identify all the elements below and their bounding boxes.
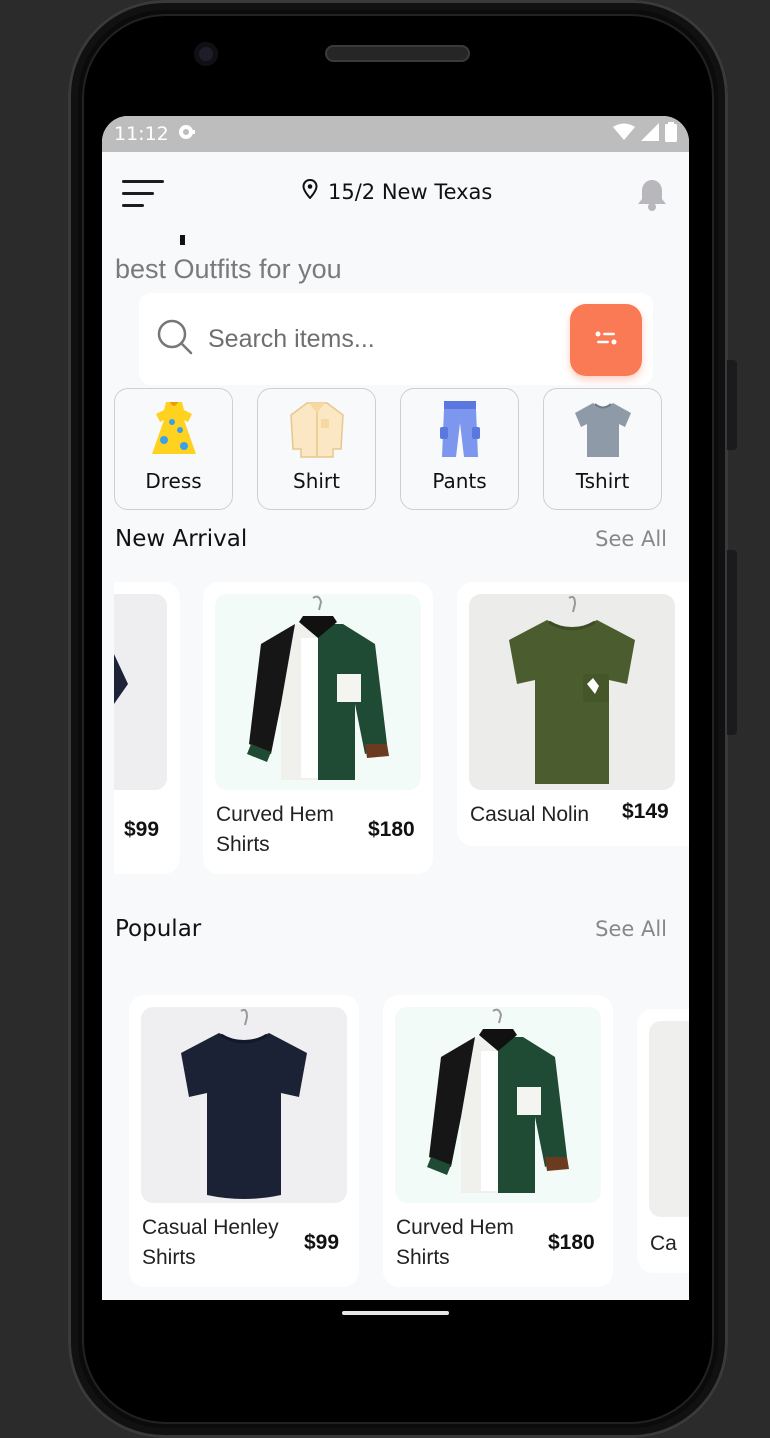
category-tshirt[interactable]: Tshirt [543,388,662,510]
product-card[interactable]: $99 [114,582,180,874]
product-card[interactable]: Curved Hem Shirts $180 [203,582,433,874]
bell-icon[interactable] [637,178,667,216]
product-name: Curved Hem Shirts [396,1216,514,1269]
product-price: $99 [124,818,160,841]
category-shirt[interactable]: Shirt [257,388,376,510]
front-camera [194,42,218,66]
pants-icon [401,389,518,459]
product-card[interactable]: Casual Henley Shirts $99 [129,995,359,1287]
product-price: $99 [304,1231,340,1254]
category-label: Tshirt [575,469,630,493]
product-image [469,594,675,790]
product-price: $180 [368,818,415,841]
signal-icon [641,122,659,146]
filter-icon [594,328,618,352]
popular-header: Popular See All [115,916,667,942]
dress-icon [115,389,232,459]
home-indicator[interactable] [342,1311,449,1315]
tagline: best Outfits for you [115,254,342,284]
status-bar: 11:12 [102,116,689,152]
see-all-link[interactable]: See All [595,917,667,941]
category-label: Shirt [293,469,340,493]
filter-button[interactable] [570,304,642,376]
battery-icon [665,121,677,147]
category-dress[interactable]: Dress [114,388,233,510]
category-list: Dress Shirt Pants Tshirt [114,388,662,510]
product-name: Ca [650,1232,677,1255]
section-title: Popular [115,916,202,942]
search-input[interactable] [208,324,548,354]
app-bar: 15/2 New Texas [102,152,689,234]
location-pin-icon [302,178,318,204]
product-image [141,1007,347,1203]
category-label: Pants [432,469,487,493]
new-arrival-header: New Arrival See All [115,526,667,552]
location-selector[interactable]: 15/2 New Texas [302,178,493,204]
product-card[interactable]: Ca [637,1009,689,1273]
product-name: Casual Nolin [470,803,590,826]
category-pants[interactable]: Pants [400,388,519,510]
product-price: $180 [548,1231,595,1254]
section-title: New Arrival [115,526,248,552]
power-button [727,550,737,735]
product-price: $149 [622,800,669,823]
product-image [649,1021,689,1217]
earpiece-speaker [325,45,470,62]
category-label: Dress [145,469,202,493]
see-all-link[interactable]: See All [595,527,667,551]
product-name: Curved Hem Shirts [216,803,334,856]
tshirt-icon [544,389,661,459]
notification-icon [177,123,197,146]
product-card[interactable]: Curved Hem Shirts $180 [383,995,613,1287]
product-name: Casual Henley Shirts [142,1216,279,1269]
search-bar [139,293,653,385]
product-image [395,1007,601,1203]
location-label: 15/2 New Texas [328,179,493,204]
status-time: 11:12 [114,123,169,145]
app-screen: 11:12 15/2 New Texas best Outfits for yo… [102,116,689,1300]
wifi-icon [613,123,635,146]
shirt-icon [258,389,375,459]
product-image [114,594,167,790]
product-card[interactable]: Casual Nolin $149 [457,582,689,846]
menu-icon[interactable] [122,180,164,208]
text-cursor [180,235,185,245]
volume-button [727,360,737,450]
search-icon [156,318,194,360]
product-image [215,594,421,790]
